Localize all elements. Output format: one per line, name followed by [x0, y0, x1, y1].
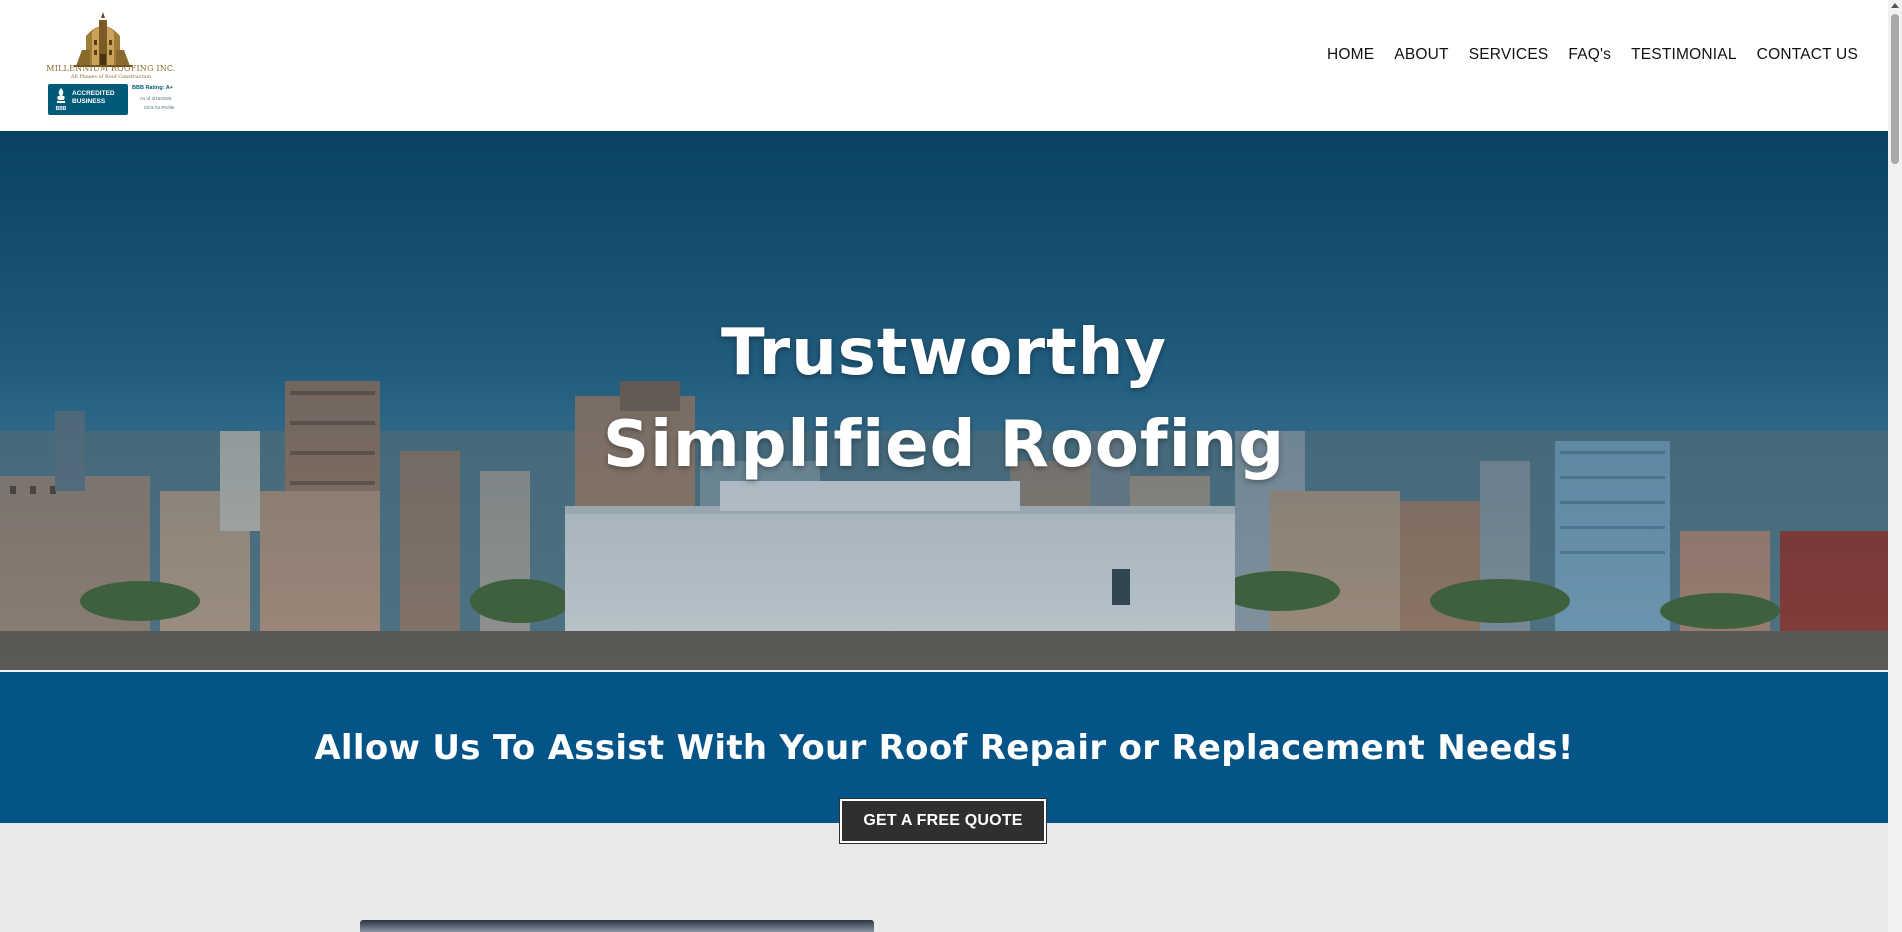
- scrollbar-thumb[interactable]: [1891, 14, 1899, 164]
- company-logo[interactable]: MILLENNIUM ROOFING INC. All Phases of Ro…: [46, 10, 196, 120]
- hero-title-line2: Simplified Roofing: [602, 408, 1286, 482]
- company-tagline: All Phases of Roof Construction: [70, 74, 152, 80]
- get-free-quote-button[interactable]: GET A FREE QUOTE: [839, 798, 1047, 844]
- bbb-accredited-text: ACCREDITED BUSINESS: [72, 90, 128, 106]
- nav-services[interactable]: SERVICES: [1469, 46, 1549, 64]
- bbb-accreditation-badge[interactable]: BBB ACCREDITED BUSINESS BBB Rating: A+ A…: [48, 84, 194, 117]
- nav-about[interactable]: ABOUT: [1394, 46, 1448, 64]
- bbb-as-of-date: As of 3/16/2025: [140, 96, 172, 101]
- hero-section: Trustworthy Simplified Roofing: [0, 131, 1888, 670]
- bbb-profile-link[interactable]: Click for Profile: [144, 105, 174, 110]
- bbb-line1: ACCREDITED: [72, 90, 115, 97]
- company-name: MILLENNIUM ROOFING INC.: [46, 64, 176, 73]
- site-header: MILLENNIUM ROOFING INC. All Phases of Ro…: [0, 0, 1888, 131]
- hero-title-line1: Trustworthy: [721, 316, 1167, 390]
- main-nav: HOME ABOUT SERVICES FAQ's TESTIMONIAL CO…: [1327, 46, 1858, 64]
- hero-title: Trustworthy Simplified Roofing: [0, 307, 1888, 491]
- nav-faqs[interactable]: FAQ's: [1568, 46, 1611, 64]
- cta-band-heading: Allow Us To Assist With Your Roof Repair…: [314, 728, 1574, 768]
- bbb-torch-icon: BBB: [56, 88, 67, 112]
- bbb-seal: BBB ACCREDITED BUSINESS: [48, 84, 128, 115]
- scroll-up-arrow-icon[interactable]: [1891, 3, 1899, 8]
- bbb-rating: BBB Rating: A+: [132, 85, 173, 91]
- page-scrollbar[interactable]: [1888, 0, 1902, 932]
- content-preview-image: [360, 920, 874, 932]
- bbb-line2: BUSINESS: [72, 98, 106, 105]
- nav-contact-us[interactable]: CONTACT US: [1757, 46, 1858, 64]
- bbb-label: BBB: [56, 106, 67, 112]
- nav-home[interactable]: HOME: [1327, 46, 1374, 64]
- nav-testimonial[interactable]: TESTIMONIAL: [1631, 46, 1737, 64]
- building-crest-icon: [74, 12, 132, 67]
